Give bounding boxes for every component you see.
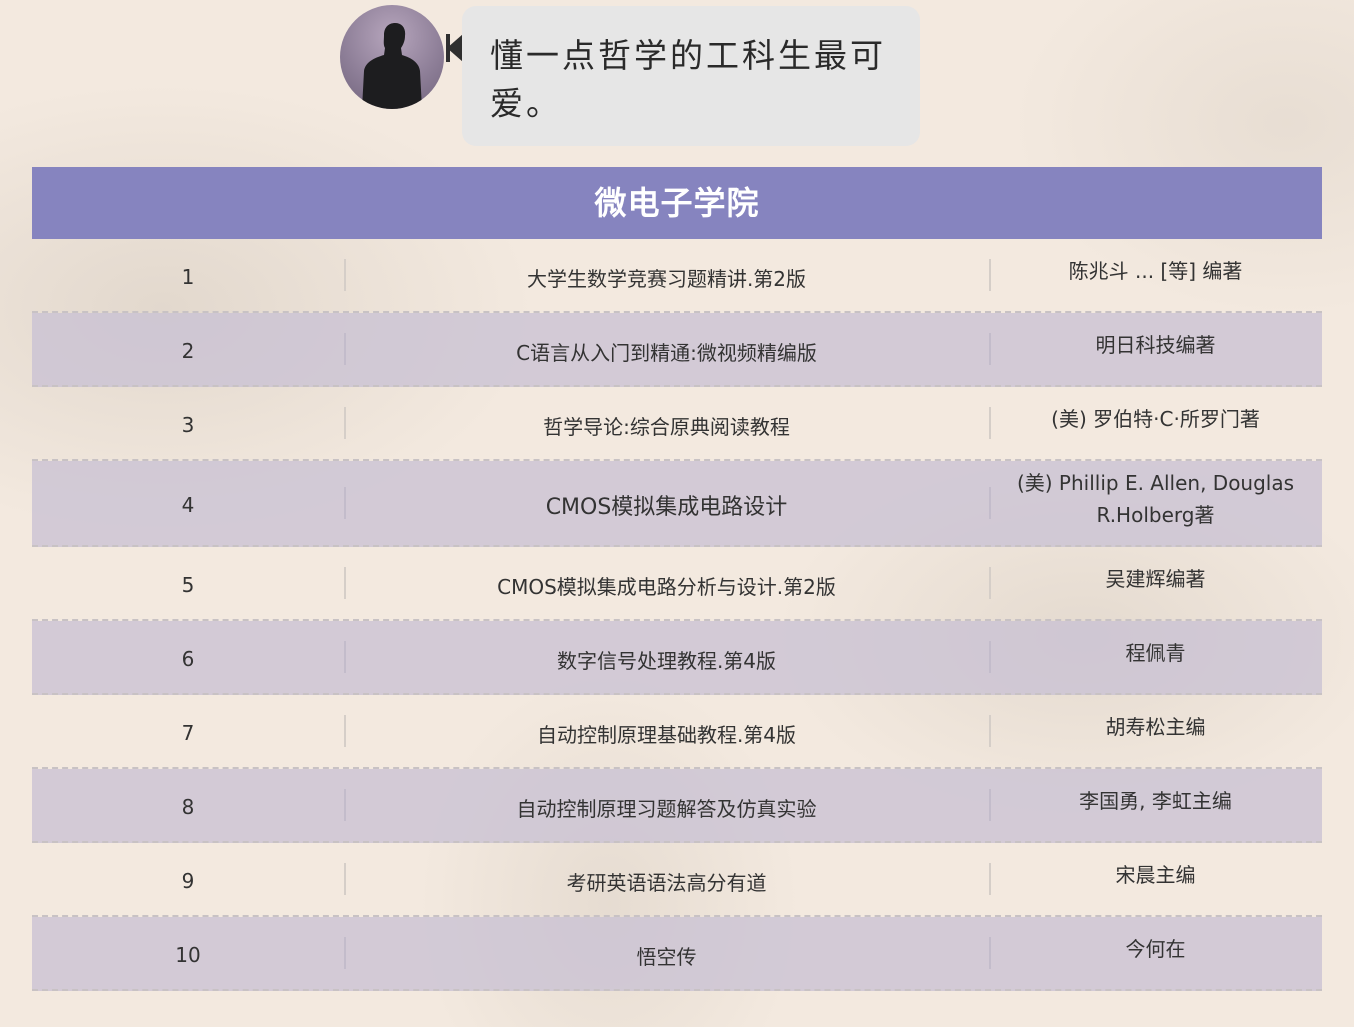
book-title: 考研英语语法高分有道 <box>344 863 989 895</box>
table-row[interactable]: 2 C语言从入门到精通:微视频精编版 明日科技编著 <box>32 313 1322 387</box>
book-table: 微电子学院 1 大学生数学竞赛习题精讲.第2版 陈兆斗 ... [等] 编著 2… <box>32 167 1322 991</box>
book-author: (美) Phillip E. Allen, Douglas R.Holberg著 <box>989 471 1322 535</box>
row-number: 7 <box>181 721 195 745</box>
book-title: 数字信号处理教程.第4版 <box>344 641 989 673</box>
row-number: 5 <box>181 573 195 597</box>
book-author: 宋晨主编 <box>989 863 1322 895</box>
book-author: (美) 罗伯特·C·所罗门著 <box>989 407 1322 439</box>
table-row[interactable]: 7 自动控制原理基础教程.第4版 胡寿松主编 <box>32 695 1322 769</box>
table-row[interactable]: 8 自动控制原理习题解答及仿真实验 李国勇, 李虹主编 <box>32 769 1322 843</box>
book-title: 自动控制原理习题解答及仿真实验 <box>344 789 989 821</box>
table-row[interactable]: 10 悟空传 今何在 <box>32 917 1322 991</box>
table-row[interactable]: 3 哲学导论:综合原典阅读教程 (美) 罗伯特·C·所罗门著 <box>32 387 1322 461</box>
row-number: 10 <box>175 943 201 967</box>
book-title: 哲学导论:综合原典阅读教程 <box>344 407 989 439</box>
row-number: 4 <box>181 493 195 517</box>
bubble-pointer <box>447 34 463 62</box>
book-title: 自动控制原理基础教程.第4版 <box>344 715 989 747</box>
table-row[interactable]: 4 CMOS模拟集成电路设计 (美) Phillip E. Allen, Dou… <box>32 461 1322 547</box>
bubble-text-line1: 懂一点哲学的工科生最可 <box>490 36 886 75</box>
book-author: 陈兆斗 ... [等] 编著 <box>989 259 1322 291</box>
avatar[interactable] <box>340 5 444 109</box>
bubble-text-line2: 爱。 <box>490 84 562 123</box>
book-author: 李国勇, 李虹主编 <box>989 789 1322 821</box>
book-title: C语言从入门到精通:微视频精编版 <box>344 333 989 365</box>
table-row[interactable]: 5 CMOS模拟集成电路分析与设计.第2版 吴建辉编著 <box>32 547 1322 621</box>
table-row[interactable]: 6 数字信号处理教程.第4版 程佩青 <box>32 621 1322 695</box>
book-title: CMOS模拟集成电路设计 <box>344 487 989 520</box>
table-row[interactable]: 1 大学生数学竞赛习题精讲.第2版 陈兆斗 ... [等] 编著 <box>32 239 1322 313</box>
book-author: 胡寿松主编 <box>989 715 1322 747</box>
book-title: CMOS模拟集成电路分析与设计.第2版 <box>344 567 989 599</box>
book-author: 吴建辉编著 <box>989 567 1322 599</box>
row-number: 6 <box>181 647 195 671</box>
row-number: 3 <box>181 413 195 437</box>
row-number: 8 <box>181 795 195 819</box>
speech-bubble: 懂一点哲学的工科生最可 爱。 <box>462 6 920 146</box>
book-author: 明日科技编著 <box>989 333 1322 365</box>
row-number: 2 <box>181 339 195 363</box>
person-silhouette-icon <box>362 23 422 109</box>
book-author: 今何在 <box>989 937 1322 969</box>
book-title: 悟空传 <box>344 937 989 969</box>
book-author: 程佩青 <box>989 641 1322 673</box>
book-title: 大学生数学竞赛习题精讲.第2版 <box>344 259 989 291</box>
table-title: 微电子学院 <box>32 167 1322 239</box>
table-row[interactable]: 9 考研英语语法高分有道 宋晨主编 <box>32 843 1322 917</box>
row-number: 1 <box>181 265 195 289</box>
row-number: 9 <box>181 869 195 893</box>
